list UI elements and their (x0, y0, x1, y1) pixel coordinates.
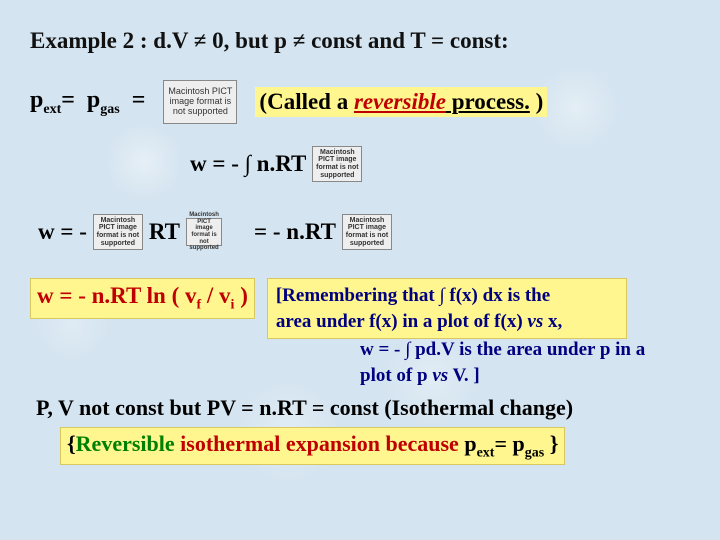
row-formula-remember: w = - n.RT ln ( vf / vi ) [Remembering t… (30, 278, 690, 339)
final-p1: p (464, 431, 476, 456)
slide-content: Example 2 : d.V ≠ 0, but p ≠ const and T… (0, 0, 720, 493)
pict-placeholder-icon: Macintosh PICT image format is not suppo… (342, 214, 392, 250)
process-word: process. (446, 89, 530, 114)
formula-end: ) (234, 283, 247, 308)
remember-l1: [Remembering that ∫ f(x) dx is the (276, 285, 550, 306)
remember-l4c: V. ] (448, 365, 480, 386)
remember-box: [Remembering that ∫ f(x) dx is the area … (267, 278, 627, 339)
pict-placeholder-icon: Macintosh PICT image format is not suppo… (163, 80, 237, 124)
eq-nrt: = - n.RT (254, 219, 336, 245)
called-close: ) (530, 89, 543, 114)
pict-placeholder-icon: Macintosh PICT image format is not suppo… (186, 218, 222, 246)
remember-l3: w = - ∫ pd.V is the area under p in a (360, 339, 645, 360)
brace-close: } (550, 431, 559, 456)
formula-mid: / v (201, 283, 230, 308)
final-conclusion: {Reversible isothermal expansion because… (60, 427, 565, 465)
w-eq-int-nrt: w = - ∫ n.RT (190, 151, 306, 177)
remember-continuation: w = - ∫ pd.V is the area under p in a pl… (360, 337, 690, 388)
pict-placeholder-icon: Macintosh PICT image format is not suppo… (312, 146, 362, 182)
reversible-word: reversible (354, 89, 446, 114)
final-gas-sub: gas (525, 445, 544, 460)
row-pext: pext= pgas = Macintosh PICT image format… (30, 80, 690, 124)
brace-open: { (67, 431, 76, 456)
isothermal-red: isothermal expansion because (175, 431, 465, 456)
remember-l4: plot of p (360, 365, 432, 386)
called-pre: (Called a (259, 89, 354, 114)
remember-vs2: vs (432, 365, 448, 386)
remember-l2c: x, (543, 311, 562, 332)
pict-placeholder-icon: Macintosh PICT image format is not suppo… (93, 214, 143, 250)
reversible-green: Reversible (76, 431, 175, 456)
reversible-process-label: (Called a reversible process. ) (255, 87, 547, 117)
remember-l2: area under f(x) in a plot of f(x) (276, 311, 528, 332)
formula-part1: w = - n.RT ln ( v (37, 283, 196, 308)
final-ext-sub: ext (477, 445, 495, 460)
example-heading: Example 2 : d.V ≠ 0, but p ≠ const and T… (30, 28, 690, 54)
row-w-rt: w = - Macintosh PICT image format is not… (38, 214, 690, 250)
rt-text: RT (149, 219, 180, 245)
pv-const-line: P, V not const but PV = n.RT = const (Is… (36, 395, 690, 421)
main-formula: w = - n.RT ln ( vf / vi ) (30, 278, 255, 319)
pext-equals-pgas: pext= pgas = (30, 87, 145, 118)
w-eq-minus: w = - (38, 219, 87, 245)
remember-vs1: vs (527, 311, 543, 332)
row-w-integral: w = - ∫ n.RT Macintosh PICT image format… (190, 146, 690, 182)
final-eq: = p (494, 431, 524, 456)
